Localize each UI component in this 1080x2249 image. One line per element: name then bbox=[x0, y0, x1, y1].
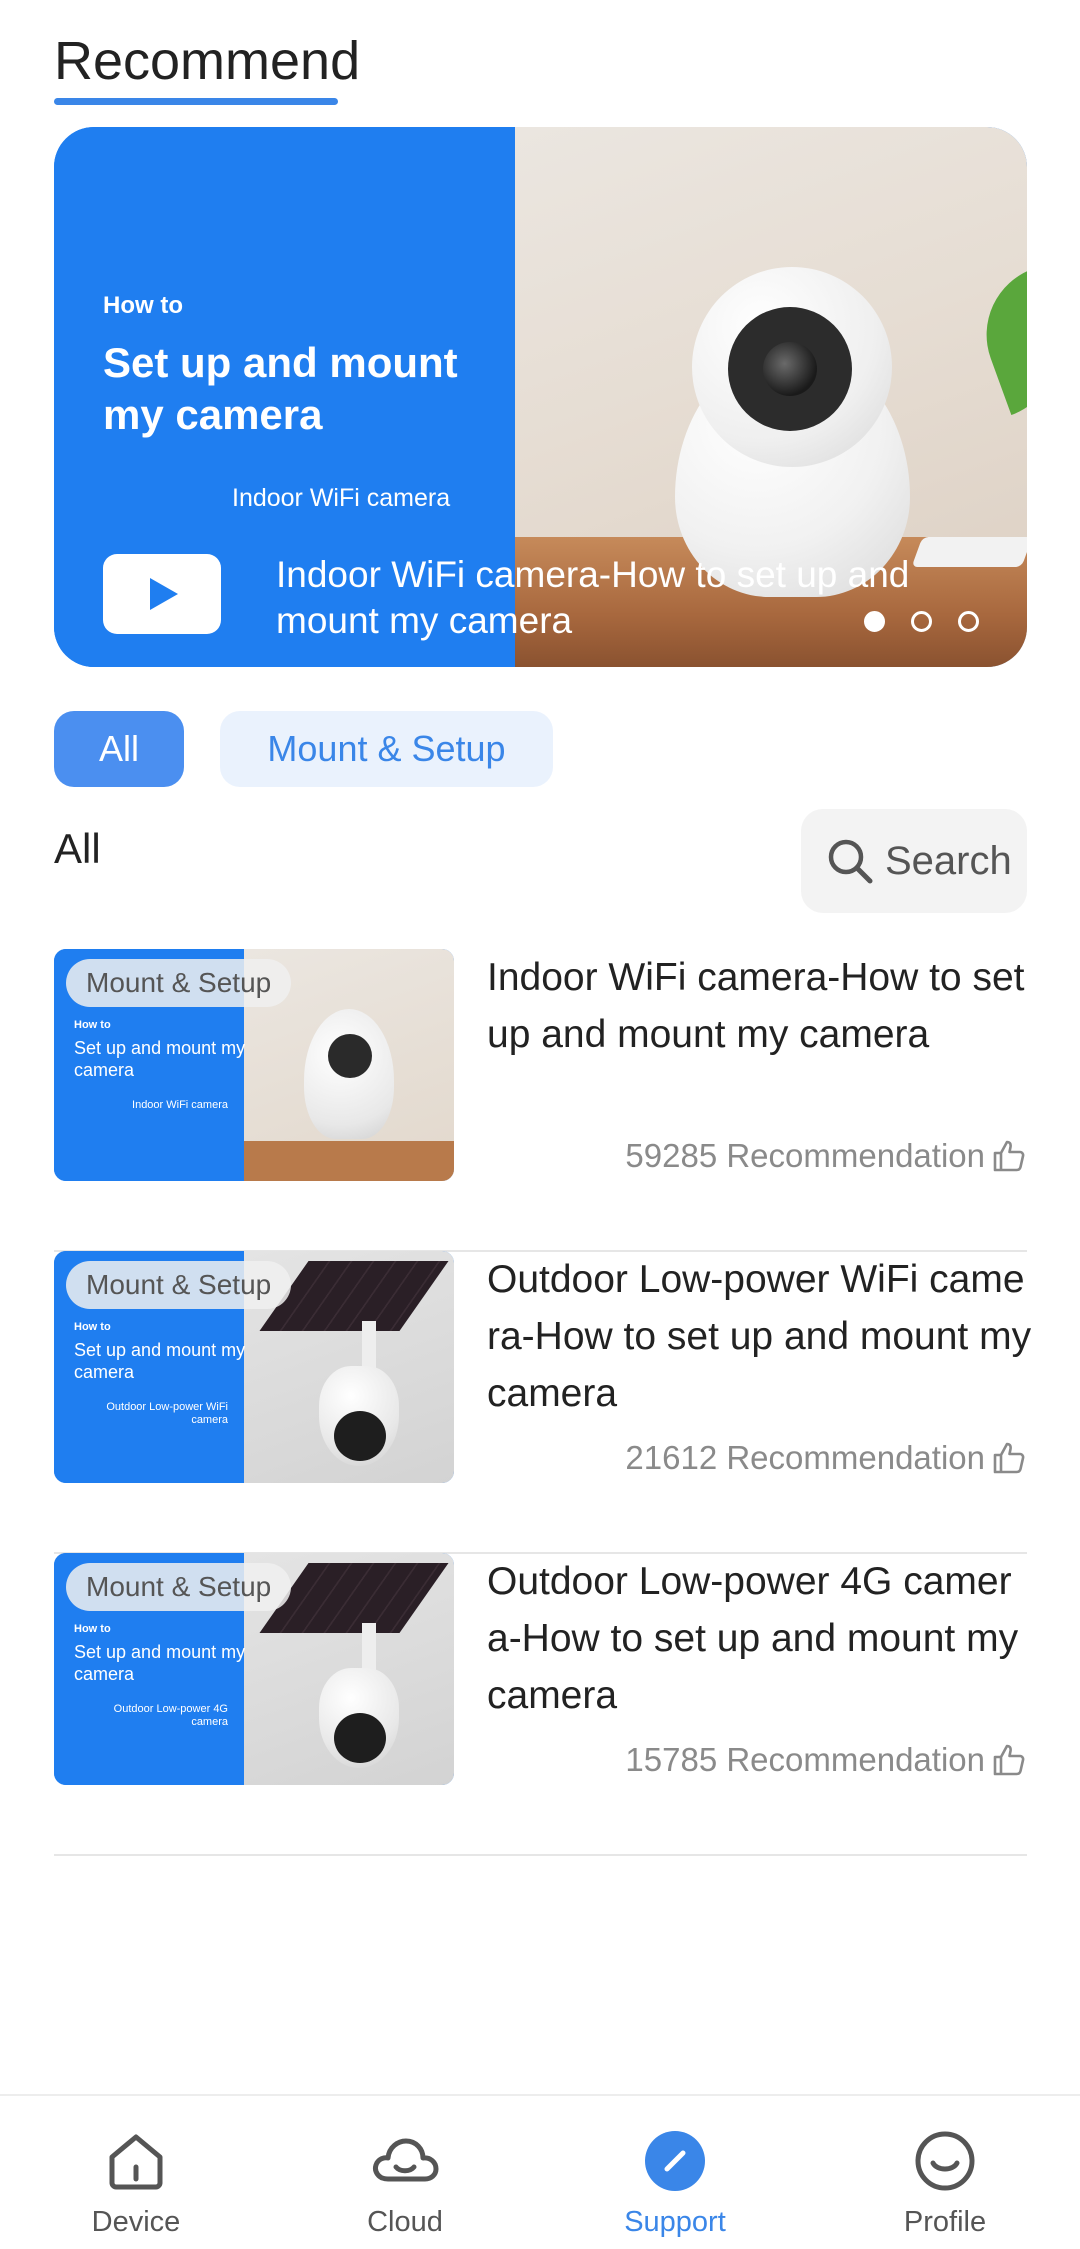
title-underline bbox=[54, 98, 338, 105]
smiley-icon-wrap bbox=[910, 2126, 980, 2196]
nav-item-support[interactable]: Support bbox=[575, 2096, 775, 2249]
recommendation-count: 59285 Recommendation bbox=[625, 1137, 1027, 1175]
section-label: All bbox=[54, 825, 101, 872]
nav-label-cloud: Cloud bbox=[367, 2206, 443, 2238]
filter-chip-mount-setup[interactable]: Mount & Setup bbox=[220, 711, 553, 787]
compass-icon-wrap bbox=[640, 2126, 710, 2196]
filter-chip-all[interactable]: All bbox=[54, 711, 184, 787]
nav-item-profile[interactable]: Profile bbox=[845, 2096, 1045, 2249]
nav-label-profile: Profile bbox=[903, 2206, 987, 2238]
thumbnail-heading: Set up and mount my camera bbox=[74, 1642, 246, 1684]
play-icon bbox=[150, 578, 178, 610]
banner-heading-line2: my camera bbox=[103, 391, 323, 438]
banner-heading-line1: Set up and mount bbox=[103, 339, 458, 386]
house-icon-wrap bbox=[101, 2126, 171, 2196]
category-tag: Mount & Setup bbox=[66, 959, 292, 1007]
thumbnail-camera-lens bbox=[334, 1411, 386, 1461]
house-icon bbox=[109, 2134, 163, 2190]
nav-label-device: Device bbox=[91, 2206, 181, 2238]
article-thumbnail: How to Set up and mount my camera Outdoo… bbox=[54, 1553, 454, 1785]
recommendation-count-text: 21612 Recommendation bbox=[625, 1439, 985, 1476]
cloud-icon-wrap bbox=[370, 2126, 440, 2196]
banner-heading: Set up and mount my camera bbox=[103, 337, 503, 441]
thumbnail-heading: Set up and mount my camera bbox=[74, 1038, 246, 1080]
plant-leaf bbox=[966, 268, 1027, 416]
thumbnail-camera-lens bbox=[328, 1034, 372, 1078]
thumbs-up-icon[interactable] bbox=[991, 1440, 1027, 1476]
nav-item-device[interactable]: Device bbox=[36, 2096, 236, 2249]
article-card[interactable]: How to Set up and mount my camera Outdoo… bbox=[54, 1553, 1027, 1856]
category-tag: Mount & Setup bbox=[66, 1261, 292, 1309]
nav-label-support: Support bbox=[624, 2206, 726, 2238]
play-button[interactable] bbox=[103, 554, 221, 634]
search-button[interactable]: Search bbox=[801, 809, 1027, 913]
thumbs-up-icon[interactable] bbox=[991, 1742, 1027, 1778]
recommendation-count: 21612 Recommendation bbox=[625, 1439, 1027, 1477]
search-label: Search bbox=[885, 838, 1012, 883]
thumbnail-product: Outdoor Low-power WiFi camera bbox=[106, 1401, 228, 1426]
thumbnail-table bbox=[244, 1141, 454, 1181]
smiley-icon bbox=[915, 2131, 975, 2191]
article-card[interactable]: How to Set up and mount my camera Outdoo… bbox=[54, 1251, 1031, 1554]
cloud-icon bbox=[373, 2138, 439, 2182]
carousel-dot-3[interactable] bbox=[958, 611, 979, 632]
thumbnail-camera-lens bbox=[334, 1713, 386, 1763]
search-icon bbox=[828, 839, 873, 884]
thumbnail-how-to: How to bbox=[74, 1019, 111, 1031]
carousel-dots bbox=[864, 611, 979, 632]
nav-item-cloud[interactable]: Cloud bbox=[305, 2096, 505, 2249]
divider bbox=[54, 1854, 1027, 1856]
featured-banner[interactable]: How to Set up and mount my camera Indoor… bbox=[54, 127, 1027, 667]
carousel-dot-2[interactable] bbox=[911, 611, 932, 632]
thumbnail-product: Indoor WiFi camera bbox=[132, 1099, 228, 1111]
thumbnail-how-to: How to bbox=[74, 1623, 111, 1635]
banner-how-to: How to bbox=[103, 292, 183, 319]
camera-lens bbox=[763, 342, 817, 396]
article-thumbnail: How to Set up and mount my camera Outdoo… bbox=[54, 1251, 454, 1483]
page-title: Recommend bbox=[54, 31, 361, 91]
article-thumbnail: How to Set up and mount my camera Indoor… bbox=[54, 949, 454, 1181]
thumbs-up-icon[interactable] bbox=[991, 1138, 1027, 1174]
article-title[interactable]: Indoor WiFi camera-How to set up and mou… bbox=[487, 949, 1032, 1063]
article-title[interactable]: Outdoor Low-power 4G camera-How to set u… bbox=[487, 1553, 1032, 1724]
thumbnail-heading: Set up and mount my camera bbox=[74, 1340, 246, 1382]
article-card[interactable]: How to Set up and mount my camera Indoor… bbox=[54, 949, 1027, 1252]
thumbnail-product: Outdoor Low-power 4G camera bbox=[113, 1703, 228, 1728]
thumbnail-how-to: How to bbox=[74, 1321, 111, 1333]
category-tag: Mount & Setup bbox=[66, 1563, 292, 1611]
bottom-nav: Device Cloud Support Profile bbox=[0, 2094, 1080, 2249]
recommendation-count: 15785 Recommendation bbox=[625, 1741, 1027, 1779]
article-title[interactable]: Outdoor Low-power WiFi camera-How to set… bbox=[487, 1251, 1032, 1422]
recommendation-count-text: 59285 Recommendation bbox=[625, 1137, 985, 1174]
compass-icon bbox=[645, 2131, 705, 2191]
carousel-dot-1[interactable] bbox=[864, 611, 885, 632]
recommendation-count-text: 15785 Recommendation bbox=[625, 1741, 985, 1778]
banner-product: Indoor WiFi camera bbox=[232, 484, 451, 512]
